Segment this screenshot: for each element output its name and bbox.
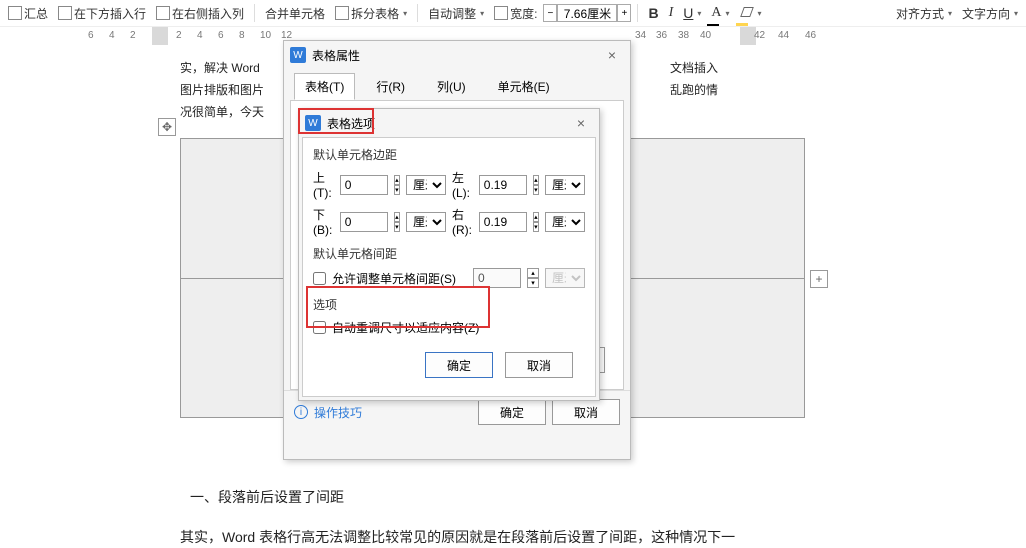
auto-resize-label: 自动重调尺寸以适应内容(Z)	[332, 319, 479, 336]
insert-row-below-button[interactable]: 在下方插入行	[54, 3, 150, 24]
merge-cells-button[interactable]: 合并单元格	[261, 3, 329, 24]
spacing-input	[473, 268, 521, 288]
doc-paragraph: 其实，Word 表格行高无法调整比较常见的原因就是在段落前后设置了间距，这种情况…	[180, 526, 800, 548]
doc-heading: 一、段落前后设置了间距	[190, 486, 344, 508]
bold-button[interactable]: B	[644, 3, 662, 23]
ruler-margin-left	[152, 27, 168, 45]
spinner[interactable]: ▴▾	[533, 175, 539, 195]
app-logo-icon: W	[290, 47, 306, 63]
margin-left-input[interactable]	[479, 175, 527, 195]
dialog-tabs: 表格(T) 行(R) 列(U) 单元格(E)	[284, 69, 630, 100]
width-icon	[494, 6, 508, 20]
table-options-dialog: W 表格选项 × 默认单元格边距 上(T): ▴▾ 厘米 左(L): ▴▾ 厘米…	[298, 108, 600, 401]
spinner[interactable]: ▴▾	[394, 175, 400, 195]
unit-spacing: 厘米	[545, 268, 585, 288]
spinner[interactable]: ▴▾	[394, 212, 400, 232]
info-icon: i	[294, 405, 308, 419]
table-add-col-button[interactable]: +	[810, 270, 828, 288]
unit-right[interactable]: 厘米	[545, 212, 585, 232]
width-label: 宽度:	[490, 3, 541, 24]
cancel-button[interactable]: 取消	[552, 399, 620, 425]
close-icon[interactable]: ×	[569, 115, 593, 131]
highlight-button[interactable]: ▾	[736, 4, 766, 22]
summary-button[interactable]: 汇总	[4, 3, 52, 24]
dialog-title: 表格选项	[327, 115, 375, 132]
width-input[interactable]	[557, 4, 617, 22]
cancel-button[interactable]: 取消	[505, 352, 573, 378]
caret-icon: ▾	[480, 9, 484, 18]
label-right: 右(R):	[452, 206, 473, 237]
summary-icon	[8, 6, 22, 20]
section-label-margins: 默认单元格边距	[313, 146, 585, 163]
doc-text: 图片排版和图片	[180, 78, 264, 101]
split-icon	[335, 6, 349, 20]
doc-text: 文档插入	[670, 56, 718, 79]
spinner[interactable]: ▴▾	[533, 212, 539, 232]
doc-text: 乱跑的情	[670, 78, 718, 101]
width-increment[interactable]: +	[617, 4, 631, 22]
ok-button[interactable]: 确定	[425, 352, 493, 378]
table-move-handle[interactable]: ✥	[158, 118, 176, 136]
width-decrement[interactable]: −	[543, 4, 557, 22]
text-direction-button[interactable]: 文字方向▾	[958, 3, 1022, 24]
dialog-titlebar[interactable]: W 表格属性 ×	[284, 41, 630, 69]
insert-col-icon	[156, 6, 170, 20]
separator	[254, 4, 255, 22]
auto-resize-checkbox[interactable]	[313, 321, 326, 334]
split-table-button[interactable]: 拆分表格▾	[331, 3, 411, 24]
font-color-button[interactable]: A▾	[707, 3, 733, 23]
allow-spacing-label: 允许调整单元格间距(S)	[332, 270, 456, 287]
doc-text: 况很简单，今天	[180, 100, 264, 123]
unit-bottom[interactable]: 厘米	[406, 212, 446, 232]
label-bottom: 下(B):	[313, 206, 334, 237]
alignment-button[interactable]: 对齐方式▾	[892, 3, 956, 24]
tab-row[interactable]: 行(R)	[365, 73, 416, 100]
label-top: 上(T):	[313, 169, 334, 200]
separator	[637, 4, 638, 22]
allow-spacing-checkbox[interactable]	[313, 272, 326, 285]
unit-top[interactable]: 厘米	[406, 175, 446, 195]
doc-text: 实，解决 Word	[180, 56, 260, 79]
tab-table[interactable]: 表格(T)	[294, 73, 355, 100]
section-label-spacing: 默认单元格间距	[313, 245, 585, 262]
dialog-titlebar[interactable]: W 表格选项 ×	[299, 109, 599, 137]
italic-button[interactable]: I	[665, 3, 678, 23]
ok-button[interactable]: 确定	[478, 399, 546, 425]
unit-left[interactable]: 厘米	[545, 175, 585, 195]
auto-adjust-button[interactable]: 自动调整▾	[424, 3, 488, 24]
underline-button[interactable]: U▾	[679, 3, 705, 23]
dialog-title: 表格属性	[312, 47, 360, 64]
spinner: ▴▾	[527, 268, 539, 288]
app-logo-icon: W	[305, 115, 321, 131]
insert-row-icon	[58, 6, 72, 20]
tab-cell[interactable]: 单元格(E)	[487, 73, 561, 100]
margin-top-input[interactable]	[340, 175, 388, 195]
margin-bottom-input[interactable]	[340, 212, 388, 232]
label-left: 左(L):	[452, 169, 473, 200]
separator	[417, 4, 418, 22]
tab-column[interactable]: 列(U)	[426, 73, 477, 100]
caret-icon: ▾	[403, 9, 407, 18]
section-label-options: 选项	[313, 296, 585, 313]
highlight-icon	[740, 6, 754, 20]
close-icon[interactable]: ×	[600, 47, 624, 63]
insert-col-right-button[interactable]: 在右侧插入列	[152, 3, 248, 24]
width-stepper[interactable]: − +	[543, 4, 631, 22]
margin-right-input[interactable]	[479, 212, 527, 232]
tips-link[interactable]: 操作技巧	[314, 404, 362, 421]
ribbon-toolbar: 汇总 在下方插入行 在右侧插入列 合并单元格 拆分表格▾ 自动调整▾ 宽度: −…	[0, 0, 1026, 26]
